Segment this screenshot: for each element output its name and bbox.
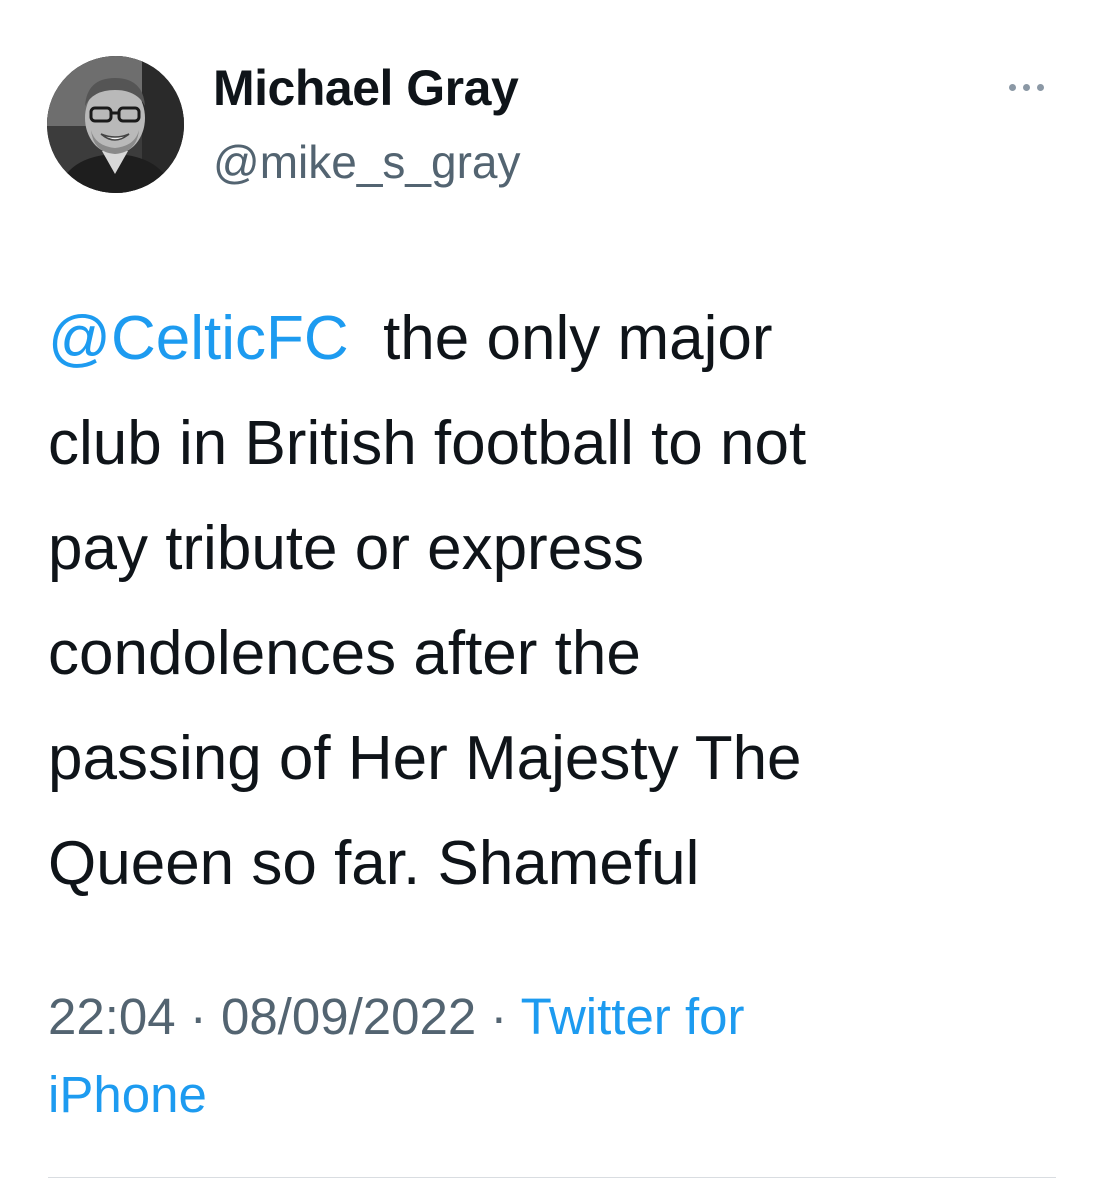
- tweet-meta: 22:04 · 08/09/2022 · Twitter for iPhone: [48, 978, 1068, 1134]
- tweet-text-line: passing of Her Majesty The: [48, 724, 802, 793]
- more-dot: [1036, 83, 1044, 91]
- author-handle[interactable]: @mike_s_gray: [213, 134, 520, 190]
- divider: [48, 1177, 1056, 1178]
- tweet-source-link-continued[interactable]: iPhone: [48, 1066, 207, 1123]
- meta-line: 22:04 · 08/09/2022 · Twitter for: [48, 978, 1068, 1056]
- tweet-text-line: condolences after the: [48, 619, 641, 688]
- tweet-text-line: club in British football to not: [48, 409, 807, 478]
- tweet-text-segment: the only major: [383, 304, 773, 373]
- tweet-source-link[interactable]: Twitter for: [521, 988, 745, 1045]
- tweet-text-line: @CelticFC the only major: [48, 286, 1068, 391]
- mention-link[interactable]: @CelticFC: [48, 304, 349, 373]
- meta-separator: ·: [189, 988, 207, 1045]
- author-display-name[interactable]: Michael Gray: [213, 58, 519, 118]
- tweet-card: Michael Gray @mike_s_gray @CelticFC the …: [0, 0, 1101, 1200]
- tweet-text-line: pay tribute or express: [48, 514, 645, 583]
- more-dot: [1022, 83, 1030, 91]
- avatar-photo: [47, 56, 184, 193]
- meta-line: iPhone: [48, 1056, 1068, 1134]
- tweet-text-line: Queen so far. Shameful: [48, 829, 700, 898]
- more-dot: [1008, 83, 1016, 91]
- tweet-date[interactable]: 08/09/2022: [221, 988, 476, 1045]
- meta-separator: ·: [490, 988, 508, 1045]
- avatar[interactable]: [47, 56, 184, 193]
- tweet-text: @CelticFC the only major club in British…: [48, 286, 1068, 916]
- tweet-time[interactable]: 22:04: [48, 988, 176, 1045]
- more-options-icon[interactable]: [996, 70, 1056, 104]
